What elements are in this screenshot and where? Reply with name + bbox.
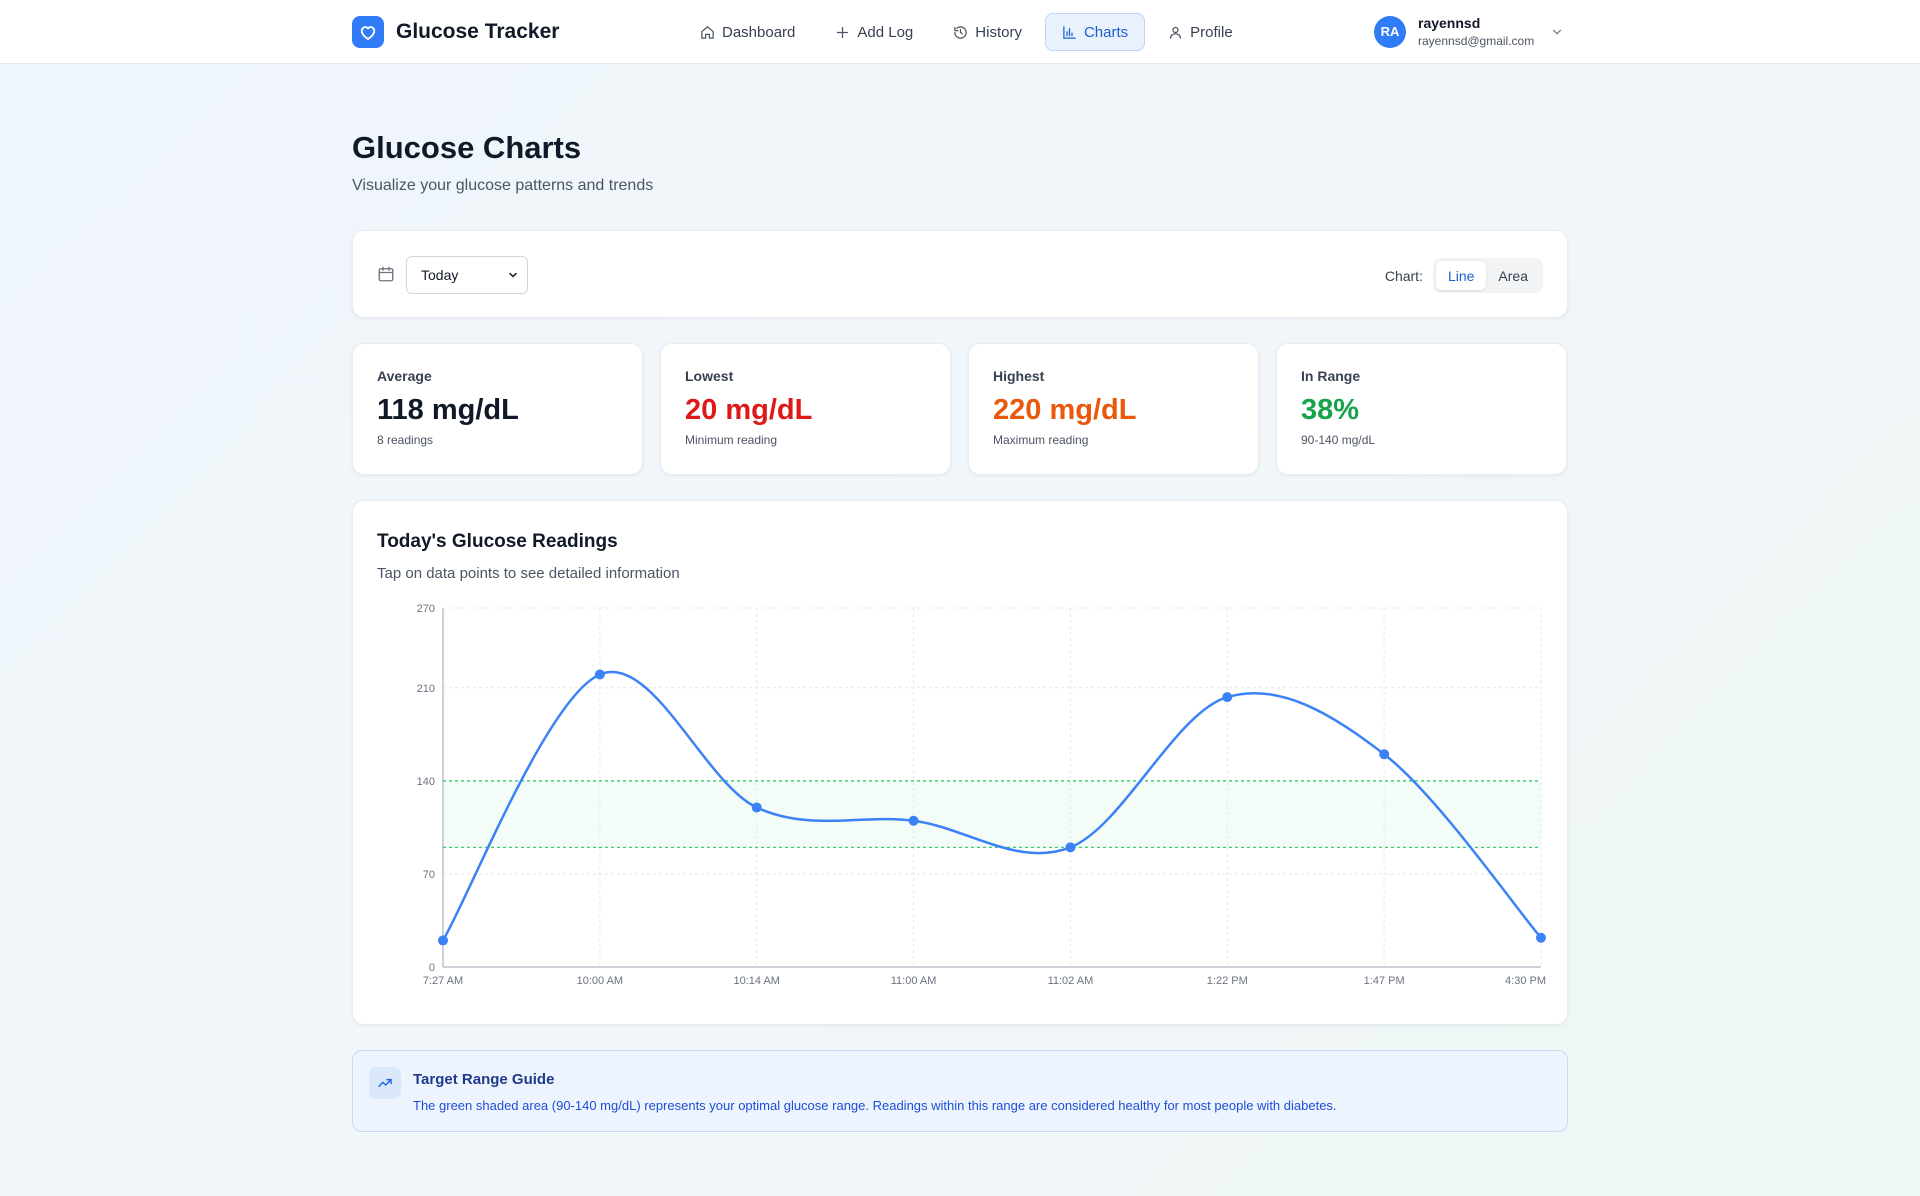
stat-label: Lowest (685, 368, 734, 384)
data-point[interactable] (1065, 842, 1076, 853)
heart-icon (352, 16, 384, 48)
stat-value: 220 mg/dL (993, 394, 1137, 426)
data-point[interactable] (751, 802, 762, 813)
trending-up-icon (369, 1067, 401, 1099)
x-tick-label: 4:30 PM (1505, 975, 1546, 987)
y-tick-label: 210 (417, 683, 435, 695)
user-info: rayennsd rayennsd@gmail.com (1418, 15, 1534, 48)
period-select[interactable]: Today (406, 256, 528, 294)
x-tick-label: 11:02 AM (1048, 975, 1094, 987)
chart-type-area-button[interactable]: Area (1486, 261, 1540, 290)
glucose-line-chart: 0 70 140 210 270 7:27 AM 10:00 AM 10:14 AM 11:00… (417, 603, 1546, 987)
chevron-down-icon (507, 269, 519, 281)
history-icon (953, 25, 968, 40)
stat-card-lowest: Lowest 20 mg/dL Minimum reading (660, 343, 951, 475)
chart-type-line-button[interactable]: Line (1435, 261, 1487, 290)
page-title: Glucose Charts (352, 130, 582, 165)
y-tick-label: 140 (417, 776, 435, 788)
chart-type-label: Chart: (1384, 267, 1423, 284)
chart-type-toggle: Line Area (1432, 258, 1543, 293)
stat-value: 20 mg/dL (685, 394, 813, 426)
nav-label: History (975, 23, 1022, 41)
nav-label: Profile (1190, 23, 1233, 41)
guide-title: Target Range Guide (413, 1071, 555, 1088)
brand[interactable]: Glucose Tracker (352, 16, 559, 48)
x-tick-label: 10:14 AM (733, 975, 779, 987)
user-email: rayennsd@gmail.com (1418, 33, 1535, 48)
stat-sub: 8 readings (377, 433, 434, 447)
stat-label: Average (377, 368, 432, 384)
target-range-band (443, 780, 1541, 848)
nav-item-profile[interactable]: Profile (1151, 13, 1250, 51)
target-range-guide: Target Range Guide The green shaded area… (352, 1050, 1568, 1132)
stat-card-average: Average 118 mg/dL 8 readings (352, 343, 643, 475)
plus-icon (835, 25, 850, 40)
nav-item-add-log[interactable]: Add Log (818, 13, 930, 51)
nav-item-charts[interactable]: Charts (1044, 13, 1146, 51)
stat-label: In Range (1301, 368, 1361, 384)
data-point[interactable] (1222, 692, 1233, 703)
y-tick-label: 70 (423, 869, 435, 881)
chevron-down-icon[interactable] (1550, 25, 1564, 39)
top-navbar: Glucose Tracker Dashboard Add Log Histor… (0, 0, 1920, 64)
data-point[interactable] (438, 935, 448, 946)
period-select-value: Today (421, 267, 459, 283)
home-icon (700, 25, 715, 40)
stat-label: Highest (993, 368, 1045, 384)
data-point[interactable] (1536, 932, 1546, 943)
filter-card: Today Chart: Line Area (352, 230, 1568, 318)
nav-label: Dashboard (722, 23, 796, 41)
calendar-icon (377, 265, 395, 283)
x-tick-label: 1:47 PM (1364, 975, 1405, 987)
x-tick-label: 11:00 AM (891, 975, 937, 987)
bar-chart-icon (1062, 25, 1077, 40)
main-nav: Dashboard Add Log History Charts Profile (683, 13, 1250, 51)
nav-label: Charts (1083, 23, 1129, 41)
chart-type-switch: Chart: Line Area (1385, 258, 1543, 293)
stat-sub: Maximum reading (993, 433, 1089, 447)
nav-item-history[interactable]: History (936, 13, 1039, 51)
data-point[interactable] (908, 815, 919, 826)
stat-sub: Minimum reading (685, 433, 778, 447)
stat-card-highest: Highest 220 mg/dL Maximum reading (968, 343, 1259, 475)
x-tick-label: 1:22 PM (1207, 975, 1248, 987)
nav-item-dashboard[interactable]: Dashboard (683, 13, 812, 51)
stat-value: 38% (1301, 394, 1360, 426)
data-point[interactable] (594, 669, 605, 680)
stat-value: 118 mg/dL (377, 394, 519, 426)
x-tick-label: 10:00 AM (577, 975, 623, 987)
guide-text: The green shaded area (90-140 mg/dL) rep… (413, 1098, 1337, 1113)
data-point[interactable] (1379, 749, 1390, 760)
user-name: rayennsd (1418, 15, 1481, 31)
stat-sub: 90-140 mg/dL (1301, 433, 1376, 447)
app-name: Glucose Tracker (396, 20, 560, 43)
nav-label: Add Log (857, 23, 914, 41)
stat-card-in-range: In Range 38% 90-140 mg/dL (1276, 343, 1567, 475)
x-tick-label: 7:27 AM (423, 975, 463, 987)
user-icon (1168, 25, 1183, 40)
chart-card: Today's Glucose Readings Tap on data poi… (352, 500, 1568, 1025)
y-tick-label: 270 (417, 603, 435, 615)
avatar: RA (1374, 15, 1406, 48)
y-tick-label: 0 (429, 962, 435, 974)
user-menu[interactable]: RA rayennsd rayennsd@gmail.com (1374, 15, 1564, 48)
page-subtitle: Visualize your glucose patterns and tren… (352, 177, 654, 194)
